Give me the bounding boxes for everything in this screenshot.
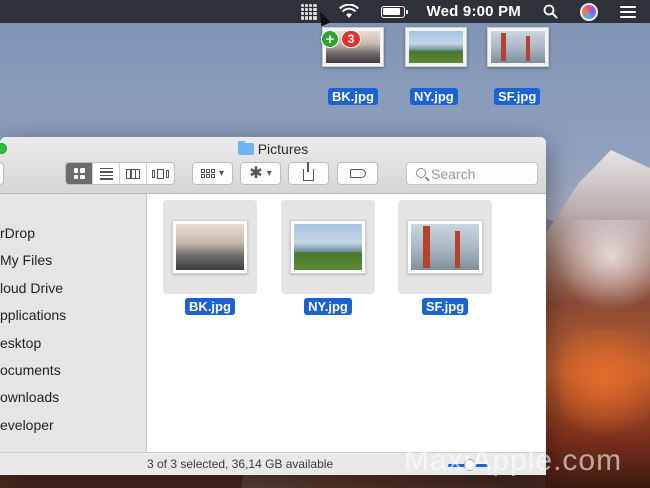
menubar-clock[interactable]: Wed 9:00 PM — [427, 3, 521, 20]
tags-button[interactable] — [337, 162, 378, 185]
drag-thumbnail-sf — [487, 27, 549, 67]
grid-icon[interactable] — [300, 3, 317, 20]
chevron-down-icon: ▾ — [266, 168, 272, 179]
finder-window: Pictures ▾ ✱▾ Search s rDrop My Files lo… — [0, 137, 546, 475]
view-mode-control — [65, 162, 175, 185]
chevron-down-icon: ▾ — [218, 168, 225, 179]
drag-thumbnail-ny — [405, 27, 467, 67]
copy-plus-badge: + — [321, 30, 339, 48]
wallpaper-autumn — [560, 330, 650, 450]
sidebar-item-all-my-files[interactable]: My Files — [0, 247, 146, 274]
file-area: BK.jpg NY.jpg SF.jpg — [148, 194, 546, 452]
sidebar-item-applications[interactable]: pplications — [0, 302, 146, 329]
arrange-button[interactable]: ▾ — [192, 162, 233, 185]
cover-flow-icon — [151, 168, 170, 179]
file-item-sf[interactable]: SF.jpg — [398, 200, 492, 315]
search-icon[interactable] — [543, 4, 558, 19]
file-name: SF.jpg — [421, 298, 469, 315]
photo-park-skyline — [294, 224, 362, 270]
photo-golden-gate-bridge — [491, 31, 545, 63]
action-button[interactable]: ✱ ▾ — [240, 162, 281, 185]
sidebar-item-icloud-drive[interactable]: loud Drive — [0, 275, 146, 302]
column-view-button[interactable] — [120, 163, 147, 184]
sidebar-item-documents[interactable]: ocuments — [0, 357, 146, 384]
battery-icon[interactable] — [380, 5, 408, 18]
drag-label-sf: SF.jpg — [494, 88, 541, 105]
photo-skyline-haze — [176, 224, 244, 270]
finder-toolbar: Pictures ▾ ✱ ▾ Search — [0, 137, 546, 194]
sidebar-item-desktop[interactable]: esktop — [0, 330, 146, 357]
cover-flow-button[interactable] — [147, 163, 174, 184]
sidebar: s rDrop My Files loud Drive pplications … — [0, 194, 147, 452]
search-icon — [416, 168, 426, 178]
search-placeholder: Search — [431, 165, 476, 182]
list-view-button[interactable] — [93, 163, 120, 184]
gear-icon: ✱ — [249, 164, 263, 182]
file-thumbnail — [172, 220, 248, 274]
window-title: Pictures — [0, 141, 546, 157]
file-name: NY.jpg — [304, 298, 352, 315]
file-item-ny[interactable]: NY.jpg — [281, 200, 375, 315]
photo-golden-gate-bridge — [411, 224, 479, 270]
column-view-icon — [126, 168, 140, 179]
siri-icon[interactable] — [580, 2, 598, 21]
window-title-text: Pictures — [257, 141, 309, 157]
file-thumbnail — [407, 220, 483, 274]
drag-label-ny: NY.jpg — [410, 88, 458, 105]
drag-label-bk: BK.jpg — [328, 88, 378, 105]
file-name: BK.jpg — [185, 298, 235, 315]
sidebar-section-header: s — [0, 204, 146, 216]
menu-list-icon[interactable] — [620, 5, 636, 18]
share-button[interactable] — [288, 162, 329, 185]
file-item-bk[interactable]: BK.jpg — [163, 200, 257, 315]
file-thumbnail-frame — [163, 200, 257, 294]
file-thumbnail-frame — [281, 200, 375, 294]
icon-view-button[interactable] — [66, 163, 93, 184]
sidebar-item-developer[interactable]: eveloper — [0, 412, 146, 439]
tag-icon — [349, 169, 366, 178]
status-text: 3 of 3 selected, 36,14 GB available — [147, 457, 334, 471]
sidebar-item-downloads[interactable]: ownloads — [0, 384, 146, 411]
folder-icon — [237, 141, 254, 155]
wallpaper-snow — [545, 220, 650, 310]
photo-park-skyline — [409, 31, 463, 63]
list-view-icon — [99, 167, 113, 180]
search-field[interactable]: Search — [406, 162, 538, 185]
wifi-icon[interactable] — [338, 4, 359, 19]
watermark: MaxiApple.com — [404, 444, 623, 477]
back-button[interactable] — [0, 162, 4, 185]
file-thumbnail — [290, 220, 366, 274]
arrange-icon — [200, 169, 215, 178]
sidebar-item-airdrop[interactable]: rDrop — [0, 220, 146, 247]
file-thumbnail-frame — [398, 200, 492, 294]
share-icon — [303, 162, 314, 181]
drag-count-badge: 3 — [341, 30, 361, 48]
icon-view-icon — [73, 168, 85, 179]
